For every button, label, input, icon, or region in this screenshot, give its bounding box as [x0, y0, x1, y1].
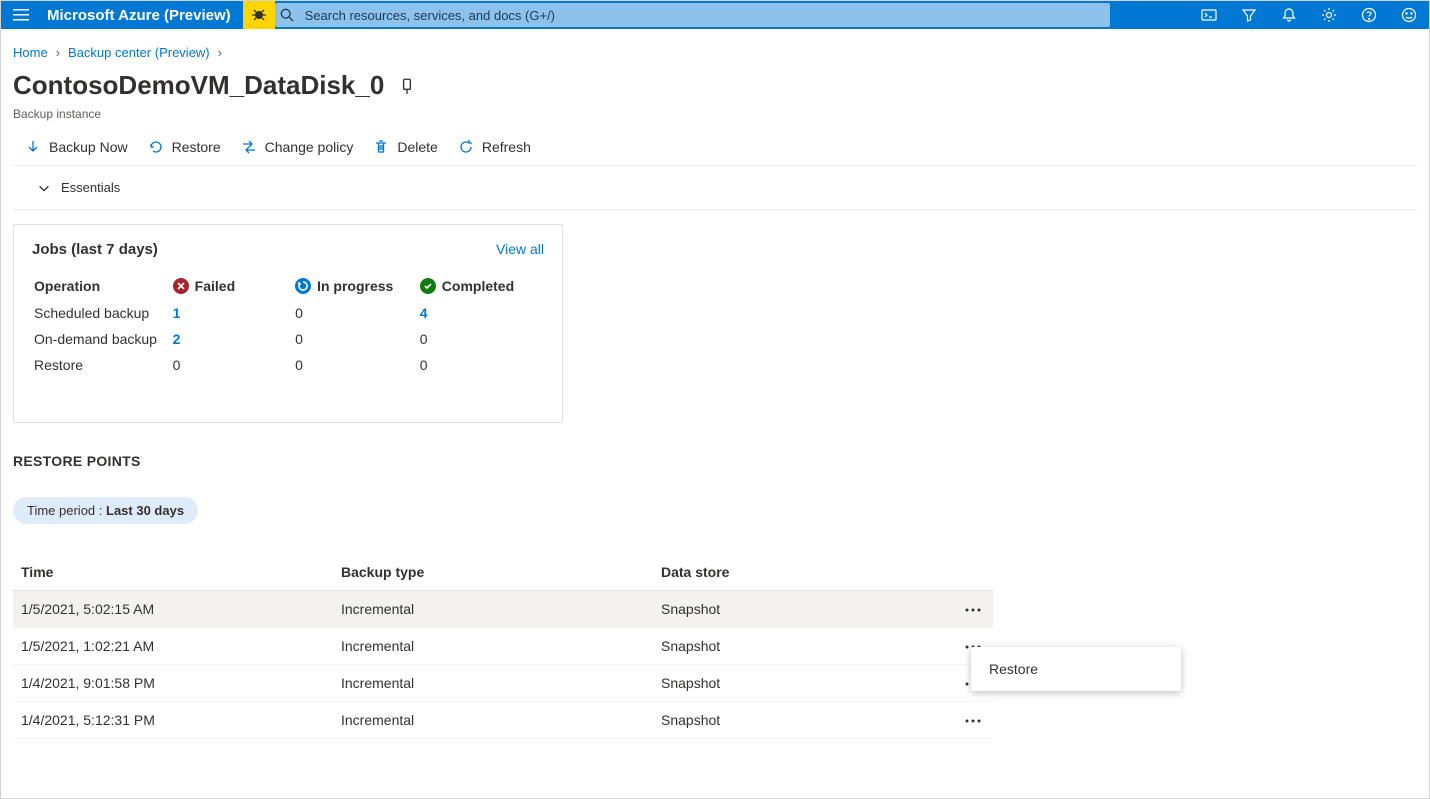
- page-title: ContosoDemoVM_DataDisk_0: [13, 70, 384, 101]
- view-all-link[interactable]: View all: [496, 241, 544, 258]
- top-right-icons: [1189, 1, 1429, 29]
- jobs-row: On-demand backup 2 0 0: [32, 326, 544, 352]
- time-period-filter[interactable]: Time period : Last 30 days: [13, 497, 198, 524]
- filter-icon[interactable]: [1229, 1, 1269, 29]
- table-row[interactable]: 1/4/2021, 9:01:58 PM Incremental Snapsho…: [13, 665, 993, 702]
- col-store: Data store: [653, 554, 953, 591]
- breadcrumb-home[interactable]: Home: [13, 45, 48, 60]
- jobs-value-link[interactable]: 4: [420, 305, 428, 321]
- table-row[interactable]: 1/5/2021, 5:02:15 AM Incremental Snapsho…: [13, 591, 993, 628]
- completed-header: Completed: [418, 272, 544, 300]
- more-icon[interactable]: [961, 606, 985, 614]
- chevron-right-icon: ›: [218, 45, 222, 60]
- table-row[interactable]: 1/4/2021, 5:12:31 PM Incremental Snapsho…: [13, 702, 993, 739]
- inprogress-icon: [295, 278, 311, 294]
- preview-bug-icon[interactable]: [243, 1, 275, 29]
- breadcrumb: Home › Backup center (Preview) ›: [1, 29, 1429, 70]
- restore-button[interactable]: Restore: [148, 139, 221, 155]
- delete-label: Delete: [397, 139, 437, 155]
- chevron-right-icon: ›: [56, 45, 60, 60]
- search-input[interactable]: [299, 8, 1110, 23]
- completed-icon: [420, 278, 436, 294]
- essentials-label: Essentials: [61, 180, 120, 195]
- jobs-card: Jobs (last 7 days) View all Operation Fa…: [13, 224, 563, 423]
- essentials-toggle[interactable]: Essentials: [13, 166, 1417, 210]
- page-subtitle: Backup instance: [1, 107, 1429, 121]
- search-icon: [275, 8, 299, 22]
- failed-header: Failed: [171, 272, 293, 300]
- op-header: Operation: [32, 272, 171, 300]
- failed-icon: [173, 278, 189, 294]
- jobs-value-link[interactable]: 2: [173, 331, 181, 347]
- brand-label: Microsoft Azure (Preview): [41, 7, 243, 24]
- more-icon[interactable]: [961, 717, 985, 725]
- refresh-button[interactable]: Refresh: [458, 139, 531, 155]
- breadcrumb-backup-center[interactable]: Backup center (Preview): [68, 45, 210, 60]
- jobs-table: Operation Failed In progress: [32, 272, 544, 378]
- inprogress-header: In progress: [293, 272, 418, 300]
- pin-icon[interactable]: [398, 77, 416, 95]
- top-bar: Microsoft Azure (Preview): [1, 1, 1429, 29]
- col-type: Backup type: [333, 554, 653, 591]
- restore-label: Restore: [172, 139, 221, 155]
- page-header: ContosoDemoVM_DataDisk_0: [1, 70, 1429, 107]
- feedback-icon[interactable]: [1389, 1, 1429, 29]
- jobs-header: Jobs (last 7 days) View all: [32, 241, 544, 258]
- table-header-row: Time Backup type Data store: [13, 554, 993, 591]
- restore-points-table: Time Backup type Data store 1/5/2021, 5:…: [13, 554, 993, 739]
- help-icon[interactable]: [1349, 1, 1389, 29]
- col-time: Time: [13, 554, 333, 591]
- context-menu-restore[interactable]: Restore: [971, 651, 1181, 687]
- content-area: Jobs (last 7 days) View all Operation Fa…: [1, 210, 1429, 753]
- jobs-value-link[interactable]: 1: [173, 305, 181, 321]
- settings-icon[interactable]: [1309, 1, 1349, 29]
- refresh-label: Refresh: [482, 139, 531, 155]
- search-box[interactable]: [275, 3, 1110, 27]
- delete-button[interactable]: Delete: [373, 139, 437, 155]
- chevron-down-icon: [37, 181, 51, 195]
- jobs-title: Jobs (last 7 days): [32, 241, 158, 258]
- change-policy-button[interactable]: Change policy: [241, 139, 354, 155]
- menu-icon[interactable]: [1, 1, 41, 29]
- table-row[interactable]: 1/5/2021, 1:02:21 AM Incremental Snapsho…: [13, 628, 993, 665]
- backup-now-button[interactable]: Backup Now: [25, 139, 128, 155]
- command-bar: Backup Now Restore Change policy Delete …: [13, 135, 1417, 166]
- jobs-row: Scheduled backup 1 0 4: [32, 300, 544, 326]
- context-menu: Restore: [971, 647, 1181, 691]
- backup-now-label: Backup Now: [49, 139, 128, 155]
- restore-points-heading: RESTORE POINTS: [13, 453, 1417, 469]
- notifications-icon[interactable]: [1269, 1, 1309, 29]
- jobs-row: Restore 0 0 0: [32, 352, 544, 378]
- cloud-shell-icon[interactable]: [1189, 1, 1229, 29]
- change-policy-label: Change policy: [265, 139, 354, 155]
